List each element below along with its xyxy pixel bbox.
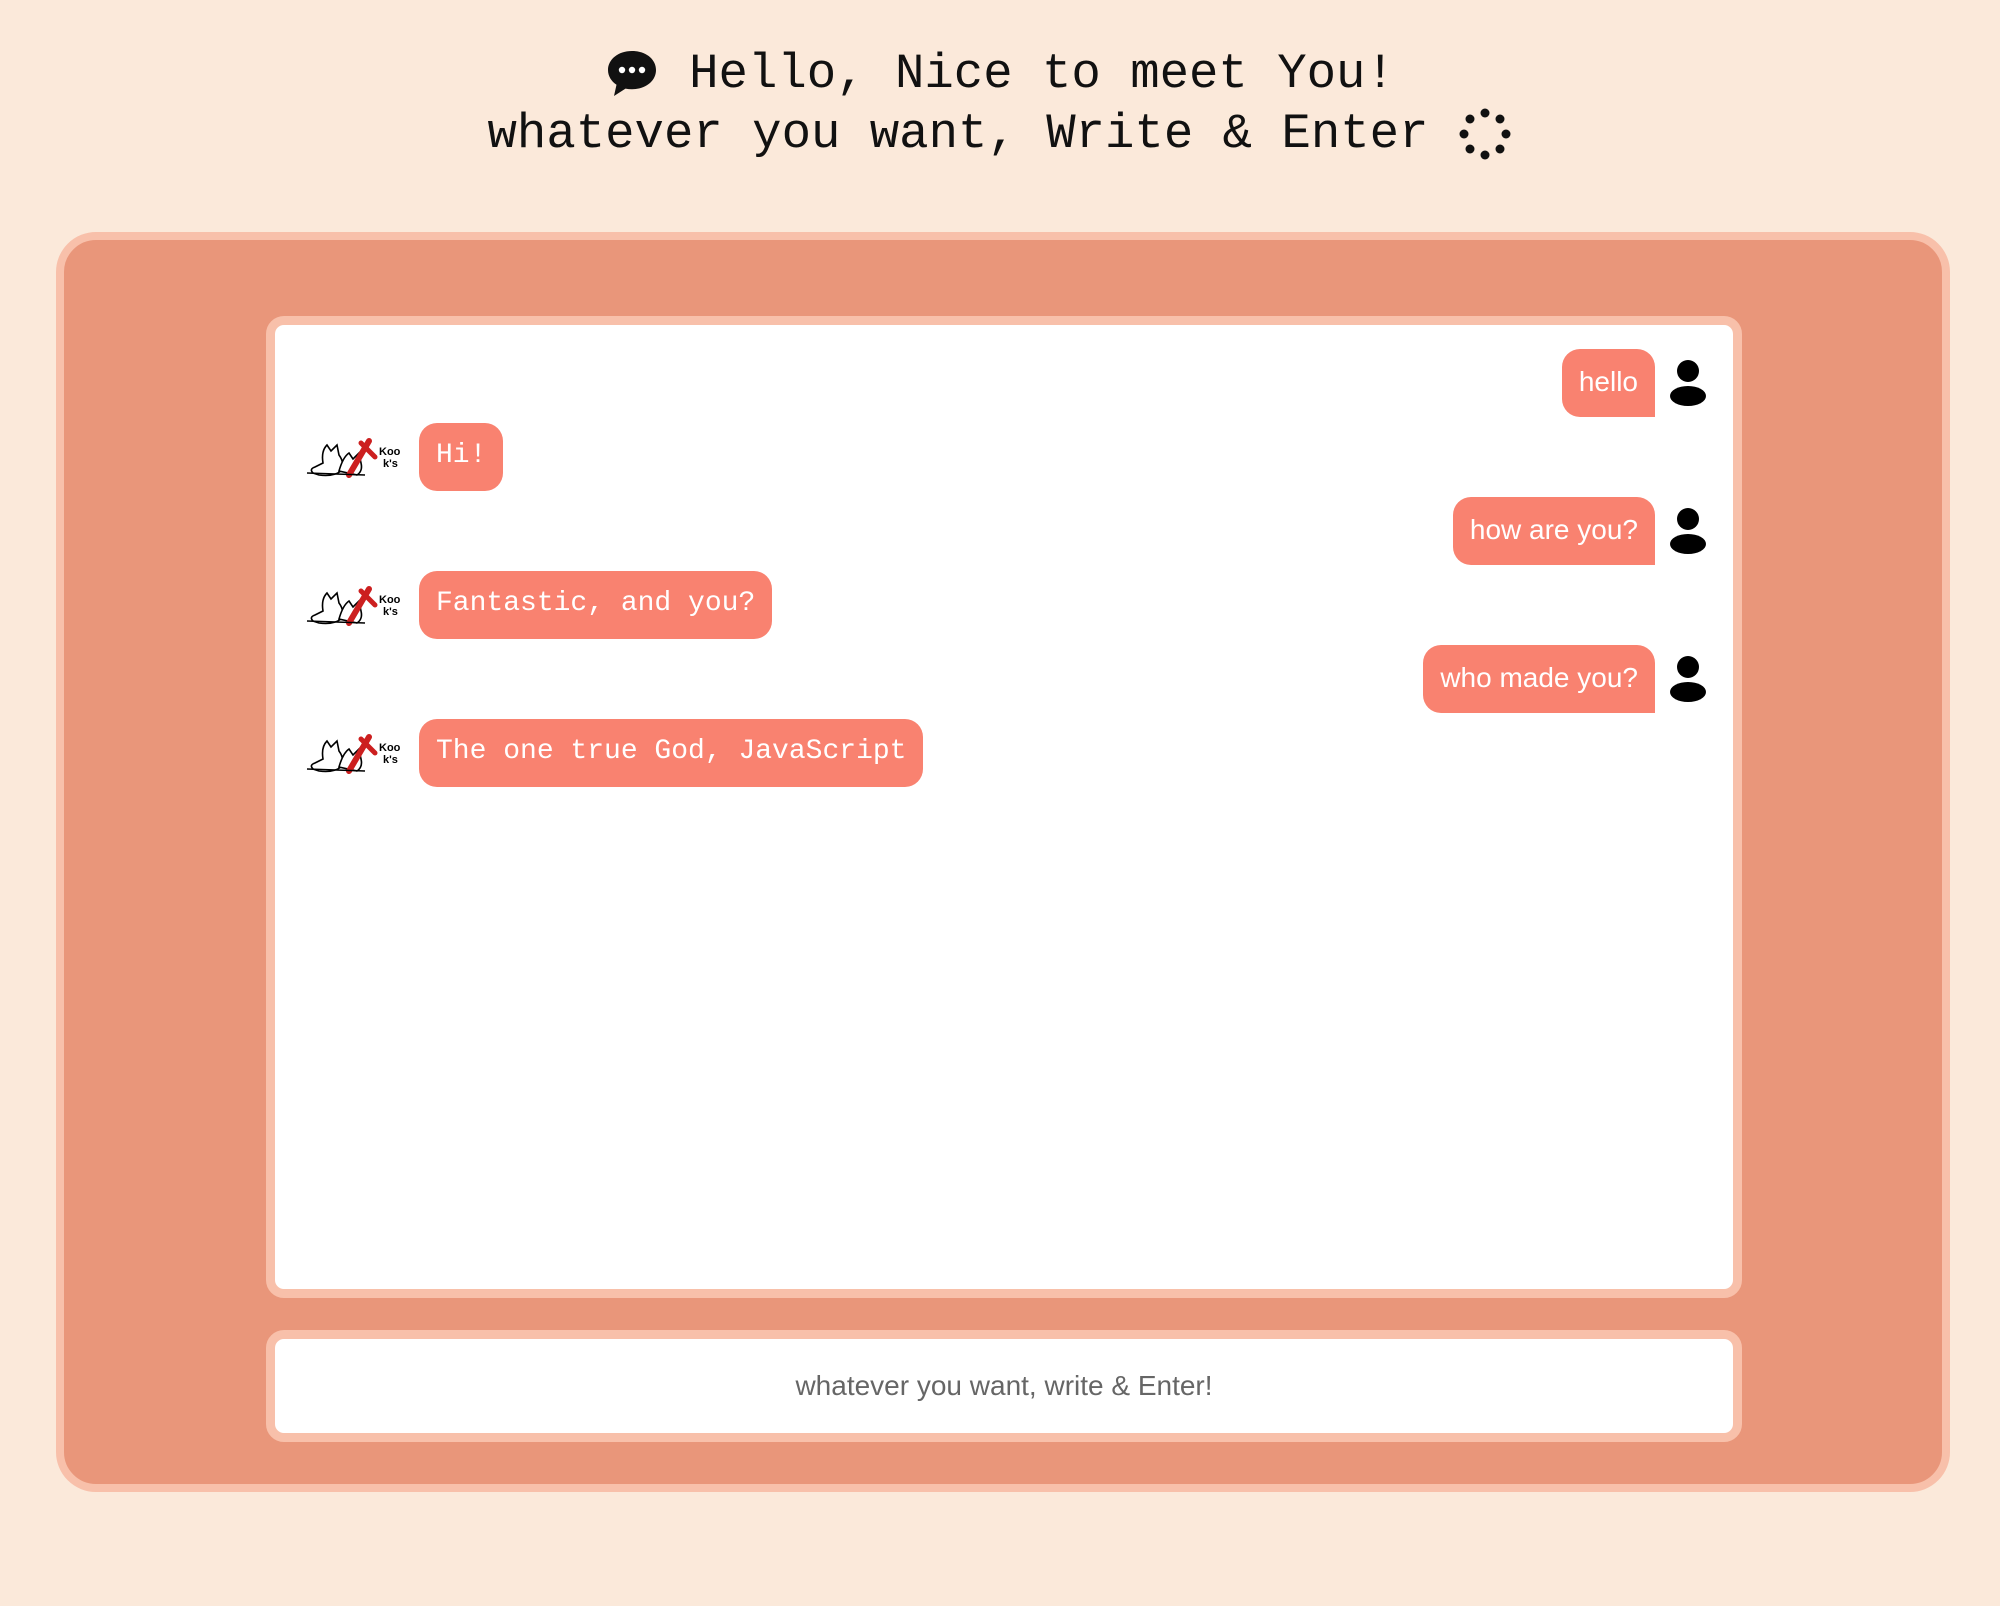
user-message-bubble: hello (1561, 349, 1655, 417)
bot-message-bubble: Hi! (419, 423, 504, 491)
svg-text:Koo: Koo (379, 742, 401, 754)
user-message: who made you? (1423, 645, 1707, 713)
speech-bubble-icon (608, 51, 657, 96)
message-input[interactable] (275, 1338, 1733, 1434)
svg-text:k's: k's (383, 458, 398, 470)
svg-text:k's: k's (383, 754, 398, 766)
cat-kooks-logo: Koo k's (306, 734, 401, 774)
header-line-2: whatever you want, Write & Enter (0, 104, 2000, 164)
user-message: hello (1561, 349, 1707, 417)
bot-message-bubble: The one true God, JavaScript (419, 719, 924, 787)
bot-message-bubble: Fantastic, and you? (419, 571, 773, 639)
bot-message: Koo k's The one true God, JavaScript (305, 719, 924, 787)
cat-kooks-logo: Koo k's (306, 438, 401, 478)
cat-kooks-logo: Koo k's (306, 586, 401, 626)
header-instruction: whatever you want, Write & Enter (487, 106, 1429, 162)
bot-message: Koo k's Hi! (305, 423, 504, 491)
header-greeting: Hello, Nice to meet You! (689, 46, 1395, 102)
user-message-bubble: who made you? (1423, 645, 1655, 713)
user-icon (1670, 656, 1706, 702)
svg-text:Koo: Koo (379, 446, 401, 458)
user-message-bubble: how are you? (1452, 497, 1655, 565)
message-input-container (266, 1330, 1742, 1442)
svg-text:k's: k's (383, 606, 398, 618)
svg-text:Koo: Koo (379, 594, 401, 606)
chat-window[interactable]: hello Koo k's Hi! how are you? Koo k's F… (266, 316, 1742, 1298)
page-header: Hello, Nice to meet You! whatever you wa… (0, 44, 2000, 164)
bot-message: Koo k's Fantastic, and you? (305, 571, 773, 639)
user-message: how are you? (1452, 497, 1707, 565)
user-icon (1670, 360, 1706, 406)
header-line-1: Hello, Nice to meet You! (0, 44, 2000, 104)
loading-dots-icon (1459, 108, 1511, 160)
user-icon (1670, 508, 1706, 554)
